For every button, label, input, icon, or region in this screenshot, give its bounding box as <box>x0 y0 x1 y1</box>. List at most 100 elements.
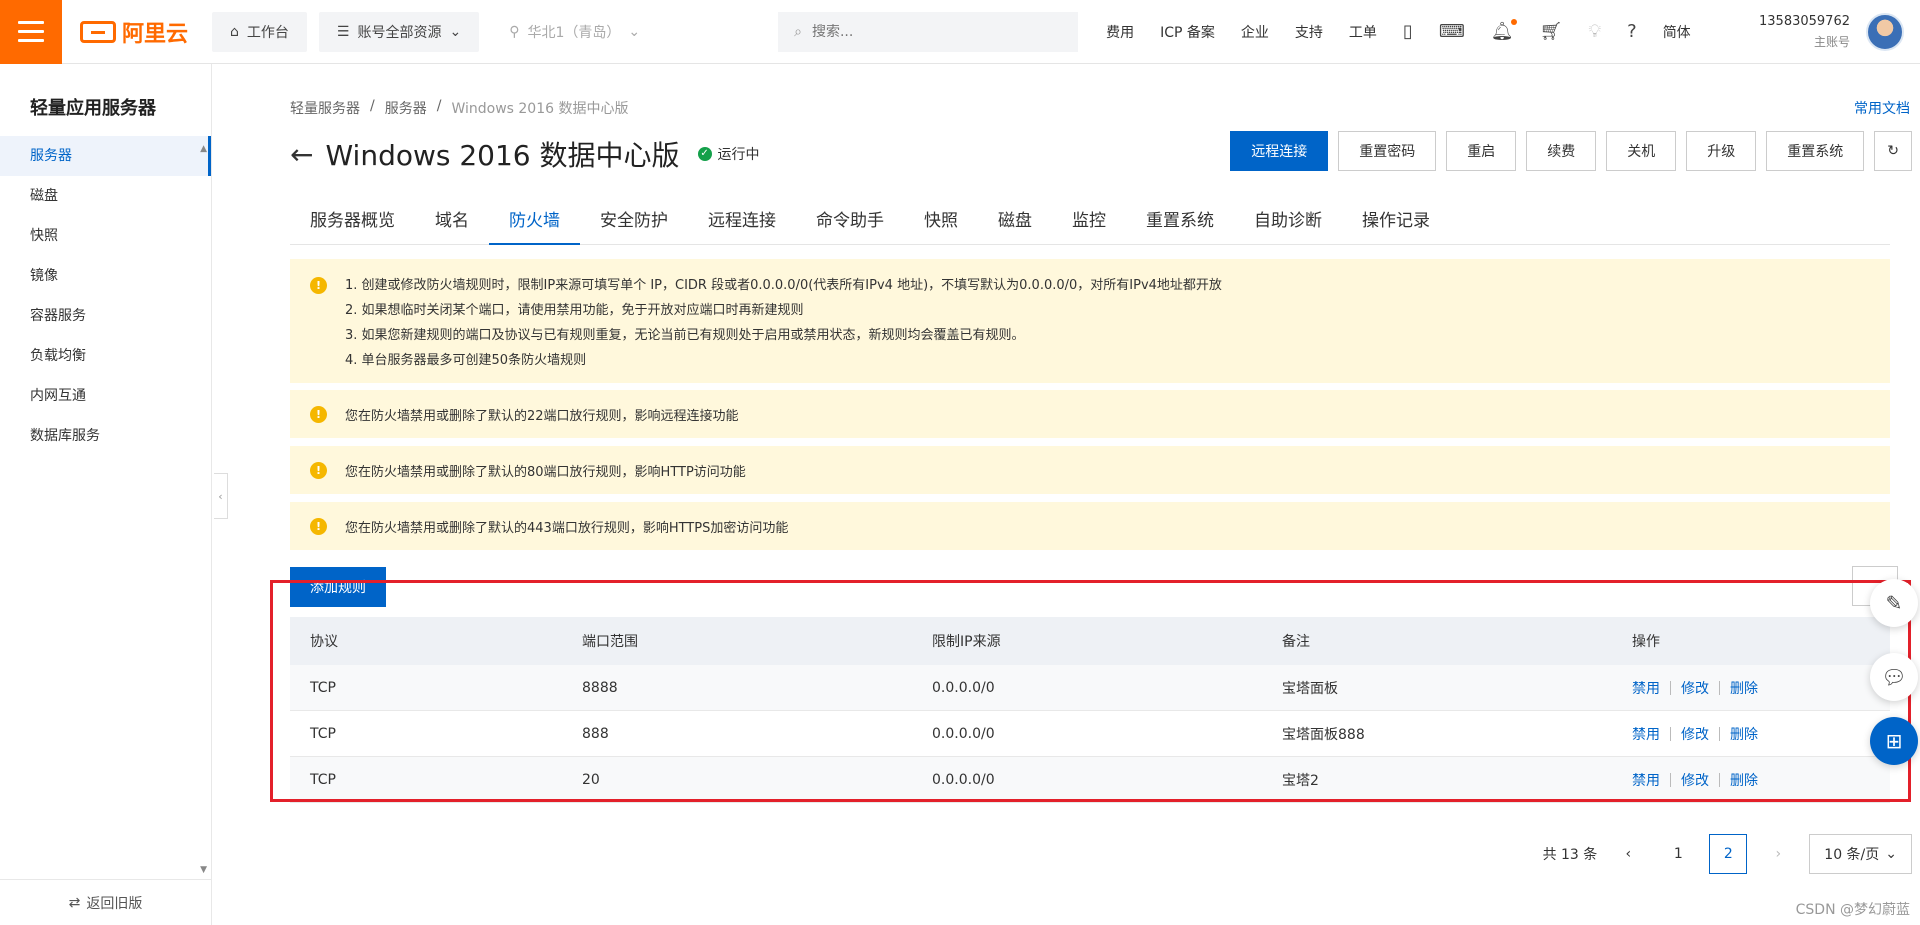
divider <box>1670 772 1671 787</box>
column-header-actions: 操作 <box>1632 634 1660 650</box>
lightbulb-icon[interactable]: 💡︎ <box>1589 21 1602 42</box>
sidebar-collapse-button[interactable]: ‹ <box>214 473 228 519</box>
nav-icp[interactable]: ICP 备案 <box>1160 22 1215 42</box>
nav-ticket[interactable]: 工单 <box>1349 22 1377 42</box>
prev-page-button[interactable]: ‹ <box>1609 834 1647 874</box>
sidebar-item-servers[interactable]: 服务器 <box>0 136 211 176</box>
tab-operation-log[interactable]: 操作记录 <box>1342 197 1450 244</box>
hamburger-menu-icon[interactable] <box>0 0 62 64</box>
nav-enterprise[interactable]: 企业 <box>1241 22 1269 42</box>
tab-snapshot[interactable]: 快照 <box>904 197 978 244</box>
global-search[interactable]: ⌕ <box>778 11 1079 52</box>
page-size-select[interactable]: 10 条/页 ⌄ <box>1809 834 1912 874</box>
remote-connect-button[interactable]: 远程连接 <box>1230 131 1329 171</box>
reset-password-button[interactable]: 重置密码 <box>1338 131 1437 171</box>
divider <box>1670 726 1671 741</box>
back-to-old-version[interactable]: ⇄ 返回旧版 <box>0 879 211 925</box>
reset-system-button[interactable]: 重置系统 <box>1766 131 1865 171</box>
page-title: Windows 2016 数据中心版 <box>325 139 680 172</box>
chevron-down-icon: ⌄ <box>449 23 462 40</box>
breadcrumb-separator: / <box>436 98 442 114</box>
nav-support[interactable]: 支持 <box>1295 22 1323 42</box>
edit-link[interactable]: 修改 <box>1681 678 1709 698</box>
sidebar-title: 轻量应用服务器 <box>30 98 156 119</box>
account-info[interactable]: 13583059762 主账号 <box>1759 12 1850 52</box>
tab-remote[interactable]: 远程连接 <box>688 197 796 244</box>
aliyun-logo[interactable]: 阿里云 <box>80 16 200 48</box>
restart-button[interactable]: 重启 <box>1446 131 1517 171</box>
chat-float-button[interactable]: 💬︎ <box>1870 653 1918 701</box>
common-docs-link[interactable]: 常用文档 <box>1854 98 1910 118</box>
disable-link[interactable]: 禁用 <box>1632 724 1660 744</box>
terminal-icon[interactable]: ⌨ <box>1439 21 1465 42</box>
search-input[interactable] <box>811 23 1032 40</box>
sidebar-item-snapshots[interactable]: 快照 <box>0 216 211 256</box>
port443-warning: ! 您在防火墙禁用或删除了默认的443端口放行规则，影响HTTPS加密访问功能 <box>290 502 1890 550</box>
apps-float-button[interactable]: ⊞ <box>1870 717 1918 765</box>
avatar[interactable] <box>1866 13 1904 51</box>
tab-domain[interactable]: 域名 <box>415 197 489 244</box>
breadcrumb-servers[interactable]: 服务器 <box>385 98 427 118</box>
cart-icon[interactable]: 🛒︎ <box>1540 21 1563 42</box>
grid-icon: ⊞ <box>1885 729 1903 753</box>
sidebar-item-database[interactable]: 数据库服务 <box>0 416 211 456</box>
warning-icon: ! <box>310 405 327 423</box>
edit-link[interactable]: 修改 <box>1681 770 1709 790</box>
home-icon: ⌂ <box>230 23 239 40</box>
delete-link[interactable]: 删除 <box>1730 678 1758 698</box>
language-switch[interactable]: 简体 <box>1663 22 1691 42</box>
sidebar-item-containers[interactable]: 容器服务 <box>0 296 211 336</box>
refresh-button[interactable]: ↻ <box>1874 131 1912 171</box>
scroll-up-icon[interactable]: ▲ <box>200 144 207 154</box>
renew-button[interactable]: 续费 <box>1526 131 1597 171</box>
cell-protocol: TCP <box>310 725 336 742</box>
chevron-left-icon: ‹ <box>1625 846 1632 862</box>
tab-overview[interactable]: 服务器概览 <box>290 197 415 244</box>
disable-link[interactable]: 禁用 <box>1632 770 1660 790</box>
tab-reset-system[interactable]: 重置系统 <box>1126 197 1234 244</box>
page-2-button[interactable]: 2 <box>1709 834 1748 874</box>
table-row: TCP 8888 0.0.0.0/0 宝塔面板 禁用 修改 删除 <box>290 665 1890 711</box>
resource-selector[interactable]: ☰ 账号全部资源 ⌄ <box>318 11 480 52</box>
mobile-icon[interactable]: ▯ <box>1403 21 1413 42</box>
port22-warning: ! 您在防火墙禁用或删除了默认的22端口放行规则，影响远程连接功能 <box>290 390 1890 438</box>
table-row: TCP 20 0.0.0.0/0 宝塔2 禁用 修改 删除 <box>290 757 1890 803</box>
upgrade-button[interactable]: 升级 <box>1686 131 1757 171</box>
page-1-button[interactable]: 1 <box>1659 834 1697 874</box>
add-rule-button[interactable]: 添加规则 <box>290 567 386 607</box>
workbench-button[interactable]: ⌂ 工作台 <box>212 11 307 52</box>
delete-link[interactable]: 删除 <box>1730 724 1758 744</box>
cell-protocol: TCP <box>310 771 336 788</box>
breadcrumb-current: Windows 2016 数据中心版 <box>451 101 629 117</box>
column-header-protocol: 协议 <box>310 634 338 650</box>
back-arrow-icon[interactable]: ← <box>290 138 313 171</box>
bell-icon[interactable]: 🔔︎ <box>1491 19 1517 42</box>
scroll-down-icon[interactable]: ▼ <box>200 865 207 875</box>
swap-icon: ⇄ <box>68 894 81 911</box>
chevron-left-icon: ‹ <box>218 489 223 503</box>
server-actions: 远程连接 重置密码 重启 续费 关机 升级 重置系统 ↻ <box>1230 131 1912 171</box>
edit-float-button[interactable]: ✎ <box>1870 579 1918 627</box>
top-nav: 费用 ICP 备案 企业 支持 工单 ▯ ⌨ 🔔︎ 🛒︎ 💡︎ ? 简体 <box>1106 19 1691 42</box>
sidebar-item-load-balancer[interactable]: 负载均衡 <box>0 336 211 376</box>
divider <box>1719 680 1720 695</box>
nav-billing[interactable]: 费用 <box>1106 22 1134 42</box>
delete-link[interactable]: 删除 <box>1730 770 1758 790</box>
warning-icon: ! <box>310 461 327 479</box>
breadcrumb-separator: / <box>370 98 375 114</box>
sidebar-item-disks[interactable]: 磁盘 <box>0 176 211 216</box>
tab-firewall[interactable]: 防火墙 <box>489 197 580 245</box>
tab-monitor[interactable]: 监控 <box>1052 197 1126 244</box>
tab-security[interactable]: 安全防护 <box>580 197 688 244</box>
edit-link[interactable]: 修改 <box>1681 724 1709 744</box>
help-icon[interactable]: ? <box>1627 21 1637 42</box>
breadcrumb: 轻量服务器 / 服务器 / Windows 2016 数据中心版 <box>290 98 628 118</box>
sidebar-item-images[interactable]: 镜像 <box>0 256 211 296</box>
tab-disk[interactable]: 磁盘 <box>978 197 1052 244</box>
tab-command[interactable]: 命令助手 <box>796 197 904 244</box>
sidebar-item-intranet[interactable]: 内网互通 <box>0 376 211 416</box>
breadcrumb-lighthouse[interactable]: 轻量服务器 <box>290 98 360 118</box>
disable-link[interactable]: 禁用 <box>1632 678 1660 698</box>
shutdown-button[interactable]: 关机 <box>1606 131 1677 171</box>
tab-self-diagnosis[interactable]: 自助诊断 <box>1234 197 1342 244</box>
